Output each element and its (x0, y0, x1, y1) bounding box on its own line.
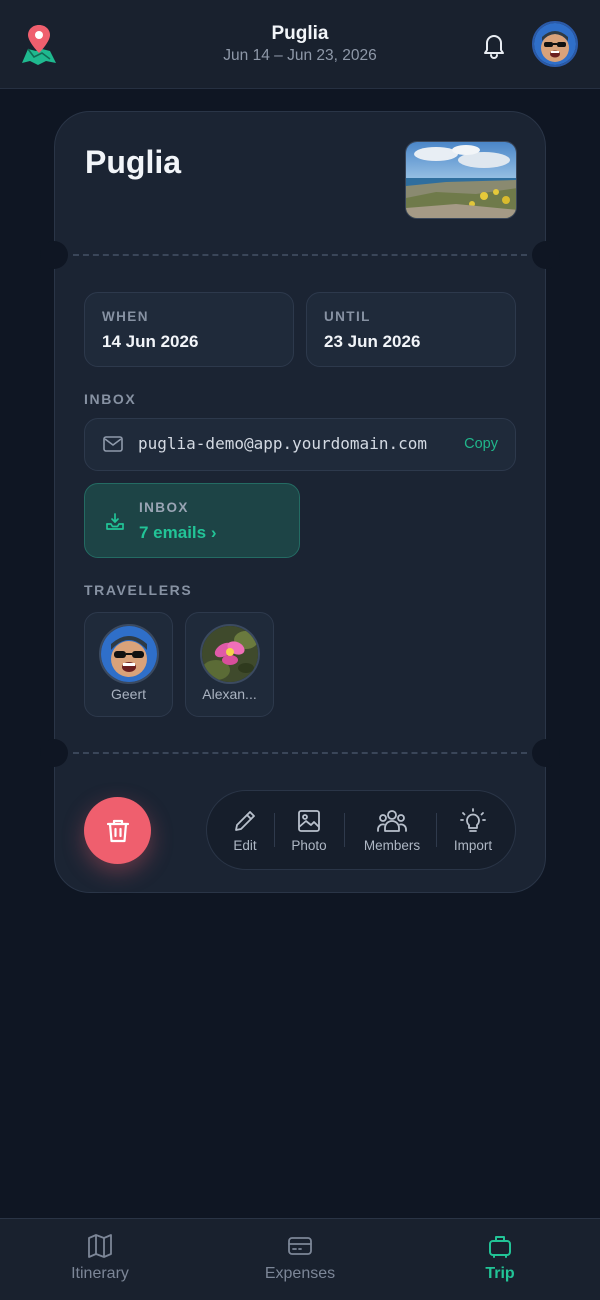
photo-label: Photo (291, 838, 327, 853)
end-date-label: UNTIL (324, 309, 371, 324)
inbox-section-label: INBOX (84, 391, 137, 407)
end-date-field[interactable]: UNTIL 23 Jun 2026 (306, 292, 516, 367)
inbox-email-address: puglia-demo@app.yourdomain.com (138, 434, 427, 453)
pencil-icon (235, 811, 255, 831)
start-date-label: WHEN (102, 309, 149, 324)
user-avatar[interactable] (532, 21, 578, 67)
nav-itinerary[interactable]: Itinerary (0, 1219, 200, 1300)
trip-header: Puglia Jun 14 – Jun 23, 2026 (0, 22, 600, 66)
ticket-notch-right (532, 241, 560, 269)
nav-expenses[interactable]: Expenses (200, 1219, 400, 1300)
trip-card: Puglia WHEN 14 Jun 2026 UNTIL 23 Jun 202… (40, 111, 560, 893)
trip-cover-photo[interactable] (405, 141, 517, 219)
traveller-card[interactable]: Geert (84, 612, 173, 717)
header-title: Puglia (271, 23, 329, 44)
traveller-avatar (99, 624, 159, 684)
start-date-field[interactable]: WHEN 14 Jun 2026 (84, 292, 294, 367)
edit-button[interactable]: Edit (219, 791, 271, 871)
ticket-divider (73, 254, 527, 256)
inbox-download-icon (106, 513, 124, 530)
top-bar: Puglia Jun 14 – Jun 23, 2026 (0, 0, 600, 89)
traveller-avatar (200, 624, 260, 684)
header-dates: Jun 14 – Jun 23, 2026 (223, 47, 377, 64)
inbox-email-field: puglia-demo@app.yourdomain.com Copy (84, 418, 516, 471)
end-date-value: 23 Jun 2026 (324, 332, 421, 351)
toolbar-divider (436, 813, 437, 847)
nav-trip-label: Trip (485, 1265, 515, 1282)
delete-trip-button[interactable] (84, 797, 151, 864)
copy-email-button[interactable]: Copy (464, 436, 498, 452)
lightbulb-icon (460, 808, 486, 832)
image-icon (298, 810, 320, 832)
import-button[interactable]: Import (443, 791, 503, 871)
ticket-notch-left (40, 739, 68, 767)
users-icon (377, 810, 407, 832)
trash-icon (106, 819, 130, 843)
nav-trip[interactable]: Trip (400, 1219, 600, 1300)
suitcase-icon (489, 1236, 511, 1258)
inbox-emails-button[interactable]: INBOX 7 emails › (84, 483, 300, 558)
traveller-card[interactable]: Alexan... (185, 612, 274, 717)
ticket-notch-left (40, 241, 68, 269)
nav-expenses-label: Expenses (264, 1265, 336, 1282)
edit-label: Edit (233, 838, 257, 853)
members-button[interactable]: Members (350, 791, 434, 871)
nav-itinerary-label: Itinerary (71, 1265, 129, 1282)
travellers-section-label: TRAVELLERS (84, 582, 193, 598)
bell-icon[interactable] (480, 30, 508, 60)
ticket-divider (73, 752, 527, 754)
toolbar-divider (274, 813, 275, 847)
inbox-button-label: INBOX (139, 500, 189, 515)
mail-icon (103, 436, 123, 452)
traveller-name: Geert (110, 686, 146, 702)
import-label: Import (453, 838, 493, 853)
trip-actions-toolbar: Edit Photo Members Import (206, 790, 516, 870)
photo-button[interactable]: Photo (281, 791, 337, 871)
credit-card-icon (288, 1237, 312, 1255)
bottom-navigation: Itinerary Expenses Trip (0, 1218, 600, 1300)
inbox-email-count: 7 emails › (139, 523, 217, 542)
traveller-name: Alexan... (202, 686, 257, 702)
ticket-notch-right (532, 739, 560, 767)
trip-title: Puglia (85, 144, 182, 180)
members-label: Members (363, 838, 421, 853)
start-date-value: 14 Jun 2026 (102, 332, 199, 351)
map-icon (88, 1234, 112, 1258)
toolbar-divider (344, 813, 345, 847)
